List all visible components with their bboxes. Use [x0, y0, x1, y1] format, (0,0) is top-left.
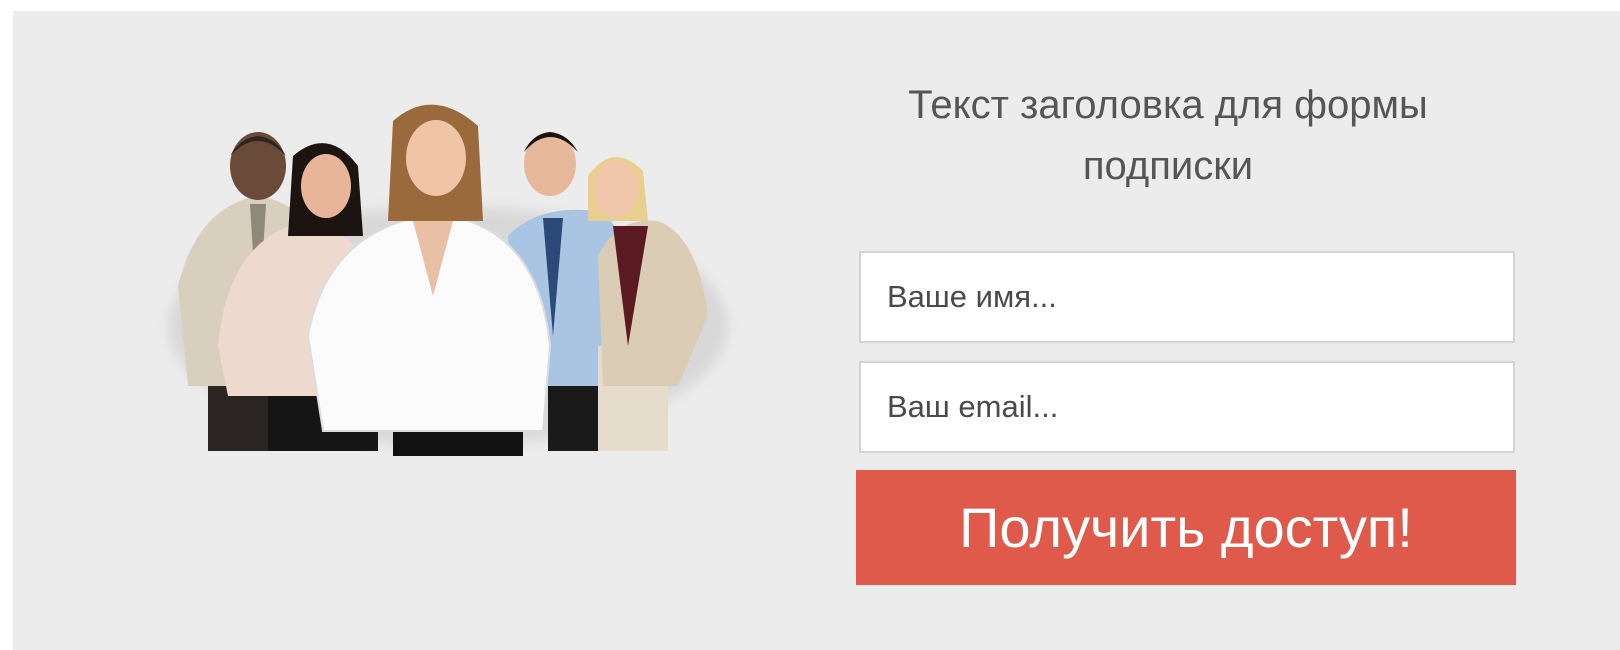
name-input[interactable]: [859, 251, 1515, 343]
form-headline-line2: подписки: [1082, 144, 1254, 188]
business-team-photo: [168, 104, 728, 456]
form-headline: Текст заголовка для формы подписки: [858, 75, 1478, 197]
form-headline-line1: Текст заголовка для формы: [908, 83, 1428, 127]
get-access-button[interactable]: Получить доступ!: [856, 470, 1516, 585]
person-5: [588, 157, 708, 451]
email-input[interactable]: [859, 361, 1515, 453]
